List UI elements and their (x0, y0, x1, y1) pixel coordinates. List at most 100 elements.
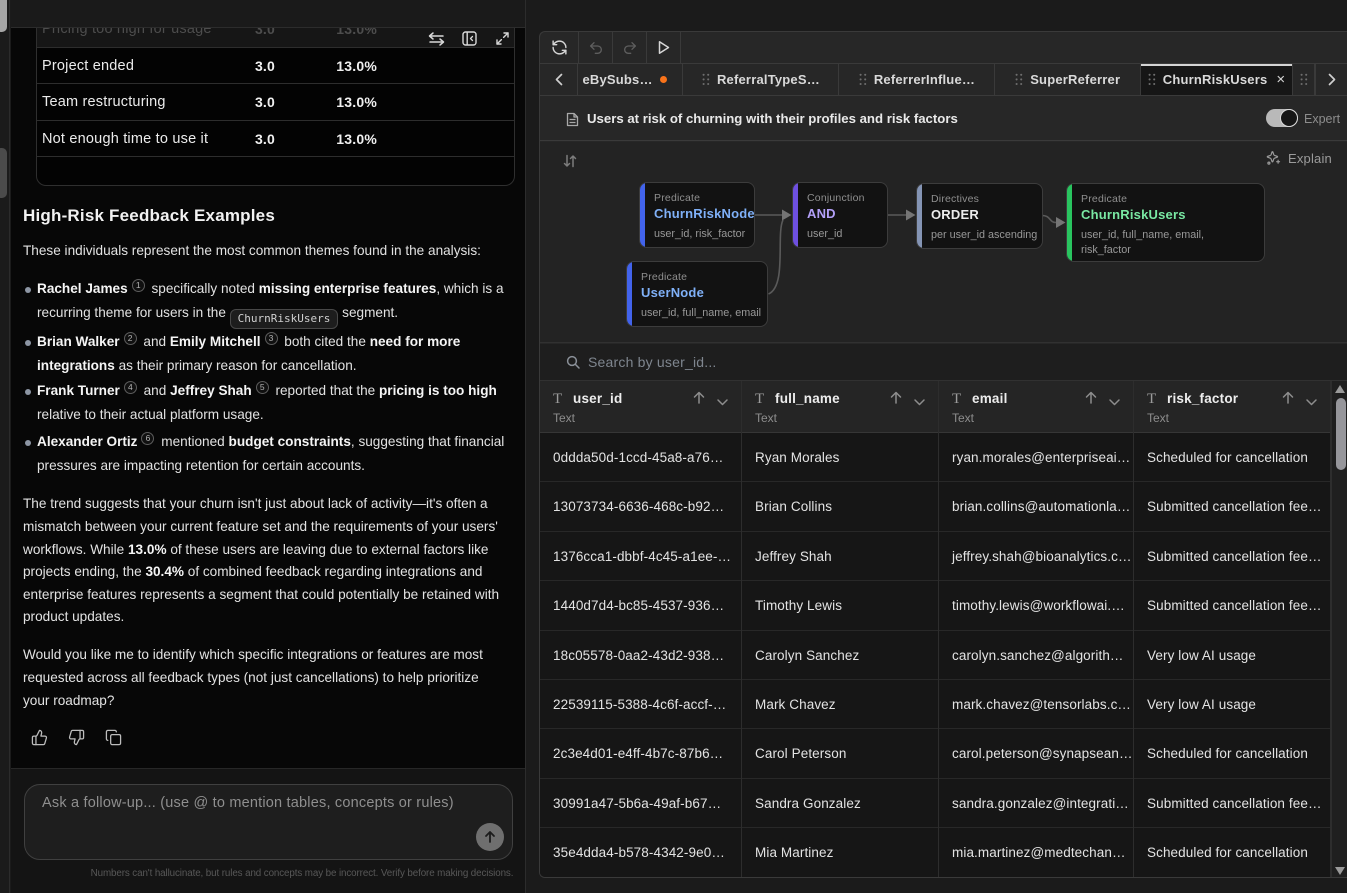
grid-cell-risk_factor[interactable]: Scheduled for cancellation (1134, 828, 1331, 877)
redo-button[interactable] (613, 32, 647, 63)
grid-cell-risk_factor[interactable]: Scheduled for cancellation (1134, 729, 1331, 778)
sort-ascending-button[interactable] (1085, 391, 1097, 407)
grid-cell-risk_factor[interactable]: Very low AI usage (1134, 631, 1331, 680)
grid-cell-risk_factor[interactable]: Scheduled for cancellation (1134, 433, 1331, 482)
citation-badge[interactable]: 1 (132, 279, 145, 292)
grid-cell-full_name[interactable]: Brian Collins (742, 482, 939, 531)
graph-node-churnriskusers[interactable]: PredicateChurnRiskUsersuser_id, full_nam… (1066, 183, 1265, 262)
grid-cell-risk_factor[interactable]: Very low AI usage (1134, 680, 1331, 729)
grid-cell-email[interactable]: brian.collins@automationla… (939, 482, 1134, 531)
grid-row[interactable]: 1440d7d4-bc85-4537-936…Timothy Lewistimo… (540, 581, 1331, 630)
grid-row[interactable]: 13073734-6636-468c-b92…Brian Collinsbria… (540, 482, 1331, 531)
scrollbar-thumb[interactable] (1336, 398, 1346, 470)
grid-column-header-risk_factor[interactable]: Trisk_factorText (1134, 381, 1331, 433)
feedback-table-row[interactable]: Not enough time to use it3.013.0% (37, 121, 514, 158)
graph-node-churnrisknode[interactable]: PredicateChurnRiskNodeuser_id, risk_fact… (639, 182, 755, 248)
grid-row[interactable]: 30991a47-5b6a-49af-b67…Sandra Gonzalezsa… (540, 779, 1331, 828)
sort-ascending-button[interactable] (693, 391, 705, 407)
grid-cell-user_id[interactable]: 13073734-6636-468c-b92… (540, 482, 742, 531)
column-menu-button[interactable] (1109, 394, 1120, 409)
grid-cell-email[interactable]: mia.martinez@medtechan… (939, 828, 1134, 877)
grid-cell-full_name[interactable]: Ryan Morales (742, 433, 939, 482)
tab-ebysubs-[interactable]: eBySubs… (578, 64, 683, 95)
grid-cell-user_id[interactable]: 30991a47-5b6a-49af-b67… (540, 779, 742, 828)
grid-cell-full_name[interactable]: Carol Peterson (742, 729, 939, 778)
tab-superreferrer[interactable]: SuperReferrer (995, 64, 1141, 95)
grid-cell-risk_factor[interactable]: Submitted cancellation fee… (1134, 482, 1331, 531)
grid-cell-email[interactable]: sandra.gonzalez@integrati… (939, 779, 1134, 828)
thumbs-down-button[interactable] (68, 729, 85, 746)
graph-node-and[interactable]: ConjunctionANDuser_id (792, 182, 888, 248)
table-reference-chip[interactable]: ChurnRiskUsers (230, 309, 339, 329)
grid-column-header-user_id[interactable]: Tuser_idText (540, 381, 742, 433)
column-menu-button[interactable] (717, 394, 728, 409)
left-edge-card-top[interactable] (0, 0, 7, 32)
swap-columns-button[interactable] (427, 30, 445, 48)
tab-close-button[interactable]: × (1276, 72, 1285, 87)
grid-row[interactable]: 35e4dda4-b578-4342-9e0…Mia Martinezmia.m… (540, 828, 1331, 877)
grid-row[interactable]: 1376cca1-dbbf-4c45-a1ee-…Jeffrey Shahjef… (540, 532, 1331, 581)
scrollbar-down-arrow[interactable] (1335, 867, 1345, 875)
tabs-scroll-right-button[interactable] (1315, 64, 1347, 95)
grid-cell-full_name[interactable]: Carolyn Sanchez (742, 631, 939, 680)
grid-cell-user_id[interactable]: 0ddda50d-1ccd-45a8-a76… (540, 433, 742, 482)
feedback-table-row[interactable]: Project ended3.013.0% (37, 48, 514, 85)
tab-churnriskusers[interactable]: ChurnRiskUsers× (1141, 64, 1293, 95)
citation-badge[interactable]: 3 (265, 332, 278, 345)
graph-node-order[interactable]: DirectivesORDERper user_id ascending (916, 183, 1043, 249)
grid-cell-risk_factor[interactable]: Submitted cancellation fee… (1134, 532, 1331, 581)
grid-cell-full_name[interactable]: Jeffrey Shah (742, 532, 939, 581)
grid-cell-email[interactable]: mark.chavez@tensorlabs.c… (939, 680, 1134, 729)
grid-cell-risk_factor[interactable]: Submitted cancellation fee… (1134, 581, 1331, 630)
citation-badge[interactable]: 2 (124, 332, 137, 345)
tab-overflow-fragment[interactable] (1293, 64, 1316, 95)
grid-cell-user_id[interactable]: 18c05578-0aa2-43d2-938… (540, 631, 742, 680)
refresh-button[interactable] (540, 32, 579, 63)
graph-node-usernode[interactable]: PredicateUserNodeuser_id, full_name, ema… (626, 261, 768, 327)
grid-column-header-full_name[interactable]: Tfull_nameText (742, 381, 939, 433)
grid-row[interactable]: 2c3e4d01-e4ff-4b7c-87b6…Carol Petersonca… (540, 729, 1331, 778)
grid-cell-email[interactable]: carolyn.sanchez@algorith… (939, 631, 1134, 680)
scrollbar-up-arrow[interactable] (1335, 385, 1345, 393)
grid-cell-full_name[interactable]: Sandra Gonzalez (742, 779, 939, 828)
expert-toggle[interactable] (1266, 109, 1298, 127)
left-edge-card-bottom[interactable] (0, 148, 7, 198)
tab-referraltypes-[interactable]: ReferralTypeS… (683, 64, 839, 95)
copy-message-button[interactable] (105, 729, 122, 746)
grid-cell-email[interactable]: ryan.morales@enterpriseai… (939, 433, 1134, 482)
expand-table-button[interactable] (493, 30, 511, 48)
grid-row[interactable]: 0ddda50d-1ccd-45a8-a76…Ryan Moralesryan.… (540, 433, 1331, 482)
grid-cell-risk_factor[interactable]: Submitted cancellation fee… (1134, 779, 1331, 828)
citation-badge[interactable]: 5 (256, 381, 269, 394)
column-menu-button[interactable] (914, 394, 925, 409)
feedback-table-row[interactable]: Team restructuring3.013.0% (37, 84, 514, 121)
grid-row[interactable]: 22539115-5388-4c6f-accf-…Mark Chavezmark… (540, 680, 1331, 729)
citation-badge[interactable]: 6 (141, 432, 154, 445)
grid-cell-user_id[interactable]: 2c3e4d01-e4ff-4b7c-87b6… (540, 729, 742, 778)
sort-ascending-button[interactable] (1282, 391, 1294, 407)
column-menu-button[interactable] (1306, 394, 1317, 409)
grid-cell-user_id[interactable]: 22539115-5388-4c6f-accf-… (540, 680, 742, 729)
grid-cell-full_name[interactable]: Mark Chavez (742, 680, 939, 729)
grid-column-header-email[interactable]: TemailText (939, 381, 1134, 433)
open-side-panel-button[interactable] (460, 30, 478, 48)
grid-search-row[interactable]: Search by user_id... (540, 344, 1347, 381)
grid-cell-user_id[interactable]: 1440d7d4-bc85-4537-936… (540, 581, 742, 630)
undo-button[interactable] (579, 32, 613, 63)
grid-cell-email[interactable]: carol.peterson@synapsean… (939, 729, 1134, 778)
grid-row[interactable]: 18c05578-0aa2-43d2-938…Carolyn Sanchezca… (540, 631, 1331, 680)
grid-scrollbar[interactable] (1331, 381, 1347, 878)
composer-input[interactable]: Ask a follow-up... (use @ to mention tab… (24, 784, 513, 860)
citation-badge[interactable]: 4 (124, 381, 137, 394)
grid-cell-full_name[interactable]: Mia Martinez (742, 828, 939, 877)
grid-cell-email[interactable]: jeffrey.shah@bioanalytics.c… (939, 532, 1134, 581)
grid-cell-user_id[interactable]: 1376cca1-dbbf-4c45-a1ee-… (540, 532, 742, 581)
send-button[interactable] (476, 823, 504, 851)
tab-referrerinflue-[interactable]: ReferrerInflue… (839, 64, 995, 95)
sort-ascending-button[interactable] (890, 391, 902, 407)
tabs-scroll-left-button[interactable] (540, 64, 578, 95)
grid-cell-user_id[interactable]: 35e4dda4-b578-4342-9e0… (540, 828, 742, 877)
run-button[interactable] (647, 32, 681, 63)
thumbs-up-button[interactable] (31, 729, 48, 746)
grid-cell-email[interactable]: timothy.lewis@workflowai.… (939, 581, 1134, 630)
